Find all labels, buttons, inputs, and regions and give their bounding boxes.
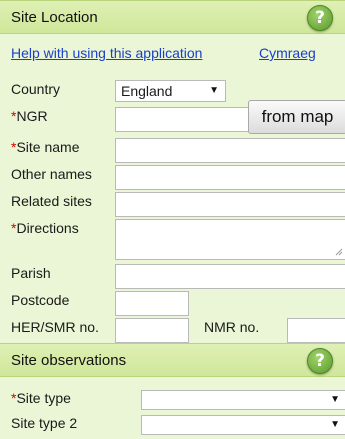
- site-type-label-text: Site type: [16, 390, 71, 406]
- chevron-down-icon: ▼: [330, 419, 340, 430]
- site-observations-header: Site observations ?: [0, 343, 345, 377]
- her-smr-input[interactable]: [115, 318, 189, 343]
- country-label: Country: [11, 81, 61, 97]
- related-sites-label: Related sites: [11, 193, 92, 209]
- site-type-label: *Site type: [11, 390, 71, 406]
- ngr-label: *NGR: [11, 108, 48, 124]
- directions-label-text: Directions: [16, 220, 79, 236]
- cymraeg-link[interactable]: Cymraeg: [259, 45, 316, 61]
- site-type-select[interactable]: ▼: [141, 390, 345, 410]
- site-location-help-icon[interactable]: ?: [307, 5, 333, 31]
- related-sites-input[interactable]: [115, 192, 345, 217]
- site-location-title: Site Location: [11, 9, 98, 26]
- chevron-down-icon: ▼: [209, 85, 219, 96]
- from-map-button[interactable]: from map: [248, 100, 345, 134]
- postcode-input[interactable]: [115, 291, 189, 316]
- other-names-input[interactable]: [115, 165, 345, 190]
- site-observations-title: Site observations: [11, 352, 127, 369]
- chevron-down-icon: ▼: [330, 394, 340, 405]
- country-select[interactable]: England ▼: [115, 80, 226, 102]
- site-type-2-label: Site type 2: [11, 415, 78, 431]
- ngr-label-text: NGR: [16, 108, 48, 124]
- country-value: England: [121, 83, 173, 99]
- parish-input[interactable]: [115, 264, 345, 289]
- nmr-input[interactable]: [287, 318, 345, 343]
- nmr-label: NMR no.: [204, 319, 260, 335]
- parish-label: Parish: [11, 265, 51, 281]
- site-location-header: Site Location ?: [0, 0, 345, 34]
- ngr-input[interactable]: [115, 107, 250, 132]
- site-observations-help-icon[interactable]: ?: [307, 348, 333, 374]
- directions-label: *Directions: [11, 220, 79, 236]
- site-type-2-select[interactable]: ▼: [141, 415, 345, 435]
- site-name-input[interactable]: [115, 138, 345, 163]
- site-name-label: *Site name: [11, 139, 80, 155]
- other-names-label: Other names: [11, 166, 92, 182]
- postcode-label: Postcode: [11, 292, 70, 308]
- directions-textarea[interactable]: [115, 219, 345, 260]
- resize-handle-icon[interactable]: [335, 248, 343, 256]
- her-smr-label: HER/SMR no.: [11, 319, 99, 335]
- help-link[interactable]: Help with using this application: [11, 45, 202, 61]
- site-name-label-text: Site name: [16, 139, 80, 155]
